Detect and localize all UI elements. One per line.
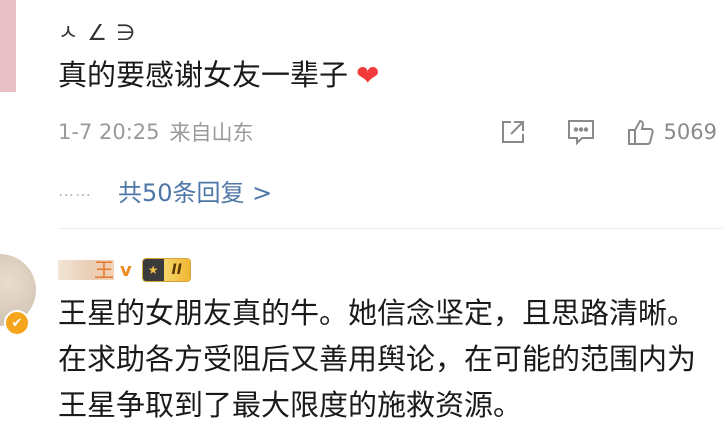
comment-body: 真的要感谢女友一辈子 [58, 58, 349, 92]
divider [58, 228, 723, 229]
verified-badge-icon: ✔ [4, 310, 30, 336]
level-badge[interactable]: ★ II [141, 258, 191, 282]
comment-text: 真的要感谢女友一辈子 ❤ [58, 52, 379, 99]
star-icon: ★ [142, 259, 164, 281]
comment-meta: 1-7 20:25 来自山东 5069 [58, 114, 723, 150]
like-icon[interactable] [626, 117, 656, 147]
like-count: 5069 [663, 120, 717, 144]
ellipsis-dots: …… [58, 180, 92, 200]
heart-icon: ❤ [356, 59, 380, 92]
level-number: II [163, 259, 190, 281]
comment-actions: 5069 [500, 114, 717, 150]
avatar-partial[interactable] [0, 0, 16, 92]
vip-icon: v [120, 259, 132, 281]
comment-text: 王星的女朋友真的牛。她信念坚定，且思路清晰。在求助各方受阻后又善用舆论，在可能的… [58, 296, 697, 422]
comment-icon[interactable] [566, 118, 596, 146]
username-cut-off[interactable]: ㅅ ∠ ∋ [58, 14, 136, 40]
comment-author-row: 王 v ★ II [58, 256, 191, 284]
username-blurred[interactable]: 王 [58, 260, 114, 280]
share-icon[interactable] [500, 119, 526, 145]
view-replies-link[interactable]: 共50条回复 > [118, 173, 272, 208]
comment-location: 来自山东 [169, 121, 254, 145]
comment-time: 1-7 20:25 [58, 120, 160, 144]
replies-row: …… 共50条回复 > [58, 170, 272, 210]
